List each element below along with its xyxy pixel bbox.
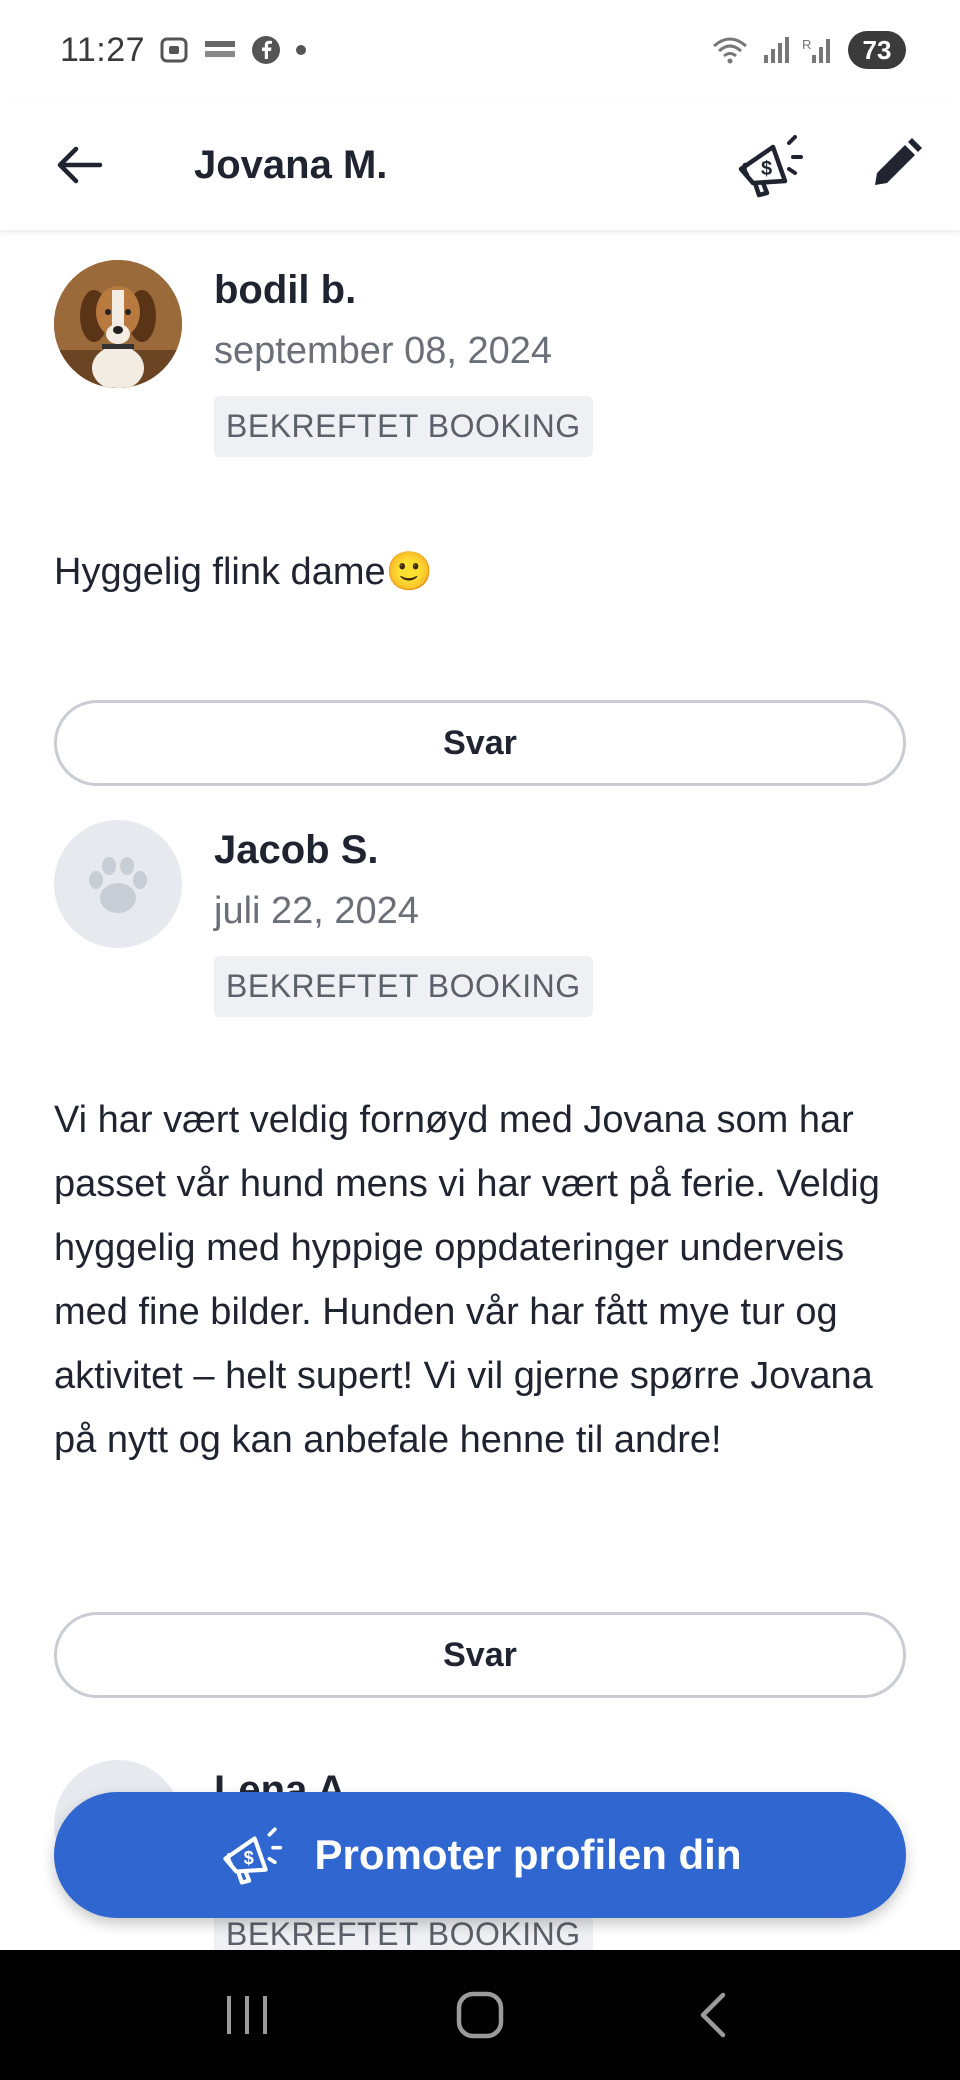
review-date: juli 22, 2024 <box>214 890 419 932</box>
recent-apps-button[interactable] <box>192 1960 302 2070</box>
home-icon <box>456 1991 504 2039</box>
chevron-left-icon <box>701 1992 726 2038</box>
paw-icon <box>89 857 147 913</box>
battery-indicator: 73 <box>848 31 906 69</box>
temu-icon <box>203 37 237 63</box>
back-nav-button[interactable] <box>658 1960 768 2070</box>
dot-icon <box>295 44 307 56</box>
facebook-icon <box>251 35 281 65</box>
wifi-icon <box>710 34 750 66</box>
review-item: bodil b. september 08, 2024 BEKREFTET BO… <box>54 260 906 820</box>
svg-text:$: $ <box>761 158 772 180</box>
arrow-left-icon <box>57 146 103 184</box>
svg-text:R: R <box>802 37 811 52</box>
reviewer-name: bodil b. <box>214 268 357 312</box>
status-time: 11:27 <box>60 30 146 69</box>
page-title: Jovana M. <box>194 143 388 187</box>
avatar <box>54 820 182 948</box>
promote-profile-button[interactable]: $ Promoter profilen din <box>54 1792 906 1918</box>
system-nav-bar <box>0 1950 960 2080</box>
megaphone-dollar-icon: $ <box>738 135 803 198</box>
status-right: R 73 <box>710 31 906 69</box>
promote-profile-label: Promoter profilen din <box>314 1831 742 1878</box>
status-left: 11:27 <box>60 31 307 70</box>
signal-roaming-icon: R <box>802 35 836 65</box>
review-text: Hyggelig flink dame🙂 <box>54 551 433 593</box>
status-bar: 11:27 R 73 <box>0 0 960 100</box>
verified-booking-badge: BEKREFTET BOOKING <box>214 956 593 1017</box>
verified-booking-badge: BEKREFTET BOOKING <box>214 396 593 457</box>
dog-avatar-image <box>54 260 182 388</box>
reviewer-name: Jacob S. <box>214 828 379 872</box>
pencil-icon <box>875 138 922 185</box>
review-text: Vi har vært veldig fornøyd med Jovana so… <box>54 1099 880 1461</box>
reviews-list[interactable]: bodil b. september 08, 2024 BEKREFTET BO… <box>0 230 960 1950</box>
review-date: september 08, 2024 <box>214 330 553 372</box>
avatar <box>54 260 182 388</box>
megaphone-dollar-icon: $ <box>223 1827 283 1885</box>
promote-megaphone-button[interactable]: $ <box>726 120 812 210</box>
screenshot-icon <box>159 35 189 65</box>
home-button[interactable] <box>425 1960 535 2070</box>
reply-button[interactable]: Svar <box>54 700 906 786</box>
recent-apps-icon <box>226 1996 267 2034</box>
edit-button[interactable] <box>856 124 936 204</box>
reply-button[interactable]: Svar <box>54 1612 906 1698</box>
review-item: Jacob S. juli 22, 2024 BEKREFTET BOOKING… <box>54 820 906 1760</box>
svg-text:$: $ <box>244 1847 254 1868</box>
app-bar: Jovana M. $ <box>0 100 960 230</box>
signal-icon <box>762 35 790 65</box>
back-button[interactable] <box>44 130 114 200</box>
